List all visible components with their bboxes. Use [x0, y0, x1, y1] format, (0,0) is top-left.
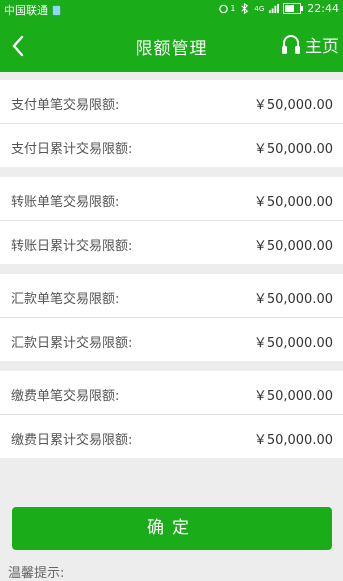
limit-value: ￥50,000.00 — [253, 98, 333, 113]
battery-icon — [283, 3, 304, 14]
list-item: 转账单笔交易限额: ￥50,000.00 — [0, 177, 343, 221]
home-label: 主页 — [305, 37, 339, 57]
alarm-icon — [219, 4, 229, 14]
home-button[interactable]: 主页 — [281, 32, 339, 57]
limit-label: 转账日累计交易限额: — [11, 239, 133, 254]
limit-label: 缴费单笔交易限额: — [11, 389, 120, 404]
remittance-limit-group: 汇款单笔交易限额: ￥50,000.00 汇款日累计交易限额: ￥50,000.… — [0, 274, 343, 361]
list-item: 缴费日累计交易限额: ￥50,000.00 — [0, 415, 343, 458]
list-item: 缴费单笔交易限额: ￥50,000.00 — [0, 371, 343, 415]
limit-value: ￥50,000.00 — [253, 389, 333, 404]
bluetooth-icon — [241, 3, 249, 14]
limit-value: ￥50,000.00 — [253, 433, 333, 448]
list-item: 支付单笔交易限额: ￥50,000.00 — [0, 80, 343, 124]
carrier-label: 中国联通 — [4, 4, 48, 17]
limit-value: ￥50,000.00 — [253, 142, 333, 157]
limit-label: 支付日累计交易限额: — [11, 142, 133, 157]
limit-value: ￥50,000.00 — [253, 195, 333, 210]
limit-value: ￥50,000.00 — [253, 336, 333, 351]
list-item: 支付日累计交易限额: ￥50,000.00 — [0, 124, 343, 167]
limit-label: 转账单笔交易限额: — [11, 195, 120, 210]
clock-label: 22:44 — [307, 2, 339, 15]
signal-icon — [269, 3, 280, 14]
bill-payment-limit-group: 缴费单笔交易限额: ￥50,000.00 缴费日累计交易限额: ￥50,000.… — [0, 371, 343, 458]
list-item: 转账日累计交易限额: ￥50,000.00 — [0, 221, 343, 264]
tip-heading: 温馨提示: — [8, 566, 65, 581]
list-item: 汇款日累计交易限额: ￥50,000.00 — [0, 318, 343, 361]
list-item: 汇款单笔交易限额: ￥50,000.00 — [0, 274, 343, 318]
limit-list: 支付单笔交易限额: ￥50,000.00 支付日累计交易限额: ￥50,000.… — [0, 80, 343, 468]
confirm-button[interactable]: 确定 — [12, 507, 332, 550]
headset-icon — [282, 34, 300, 54]
network-type-label: 4G — [254, 4, 265, 13]
status-bar: 中国联通 1 4G 22:44 — [0, 0, 343, 20]
limit-label: 支付单笔交易限额: — [11, 98, 120, 113]
sim-slot-badge: 1 — [230, 4, 236, 13]
limit-value: ￥50,000.00 — [253, 292, 333, 307]
app-header: 限额管理 主页 — [0, 20, 343, 72]
limit-label: 缴费日累计交易限额: — [11, 433, 133, 448]
limit-label: 汇款单笔交易限额: — [11, 292, 120, 307]
payment-limit-group: 支付单笔交易限额: ￥50,000.00 支付日累计交易限额: ￥50,000.… — [0, 80, 343, 167]
sim-card-icon — [52, 5, 61, 15]
transfer-limit-group: 转账单笔交易限额: ￥50,000.00 转账日累计交易限额: ￥50,000.… — [0, 177, 343, 264]
limit-value: ￥50,000.00 — [253, 239, 333, 254]
limit-label: 汇款日累计交易限额: — [11, 336, 133, 351]
